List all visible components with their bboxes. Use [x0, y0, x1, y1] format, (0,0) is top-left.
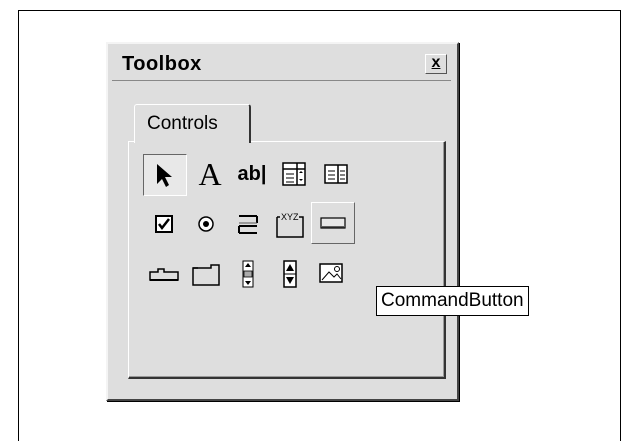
- controls-panel: A ab| XYZ: [128, 141, 446, 379]
- frame-tool[interactable]: XYZ: [269, 204, 311, 244]
- arrow-pointer-icon: [157, 164, 172, 187]
- tab-controls-label: Controls: [147, 113, 218, 134]
- frame-icon: XYZ: [276, 212, 304, 238]
- tabstrip-tool[interactable]: [143, 254, 185, 294]
- listbox-tool[interactable]: [315, 154, 357, 194]
- checkbox-tool[interactable]: [143, 204, 185, 244]
- image-tool[interactable]: [311, 254, 353, 294]
- scrollbar-icon: [242, 260, 254, 288]
- window-title: Toolbox: [122, 53, 202, 75]
- tab-controls[interactable]: Controls: [134, 104, 251, 143]
- pointer-tool[interactable]: [143, 154, 187, 196]
- checkbox-icon: [155, 215, 173, 233]
- textbox-icon: ab|: [237, 162, 267, 185]
- label-a-icon: A: [198, 156, 222, 192]
- optionbutton-tool[interactable]: [185, 204, 227, 244]
- scrollbar-tool[interactable]: [227, 254, 269, 294]
- toolbox-window: Toolbox x Controls A ab| XYZ: [106, 42, 459, 401]
- tabstrip-icon: [149, 268, 179, 281]
- combobox-tool[interactable]: [273, 154, 315, 194]
- command-button-icon: [320, 217, 346, 229]
- image-icon: [319, 263, 343, 283]
- spinbutton-tool[interactable]: [269, 254, 311, 294]
- frame-icon-label: XYZ: [281, 212, 299, 222]
- togglebutton-tool[interactable]: [227, 204, 269, 244]
- tooltip: CommandButton: [376, 286, 529, 316]
- close-button[interactable]: x: [425, 54, 447, 74]
- radio-button-icon: [198, 216, 214, 232]
- spinbutton-icon: [283, 260, 297, 288]
- textbox-tool[interactable]: ab|: [231, 154, 273, 194]
- commandbutton-tool[interactable]: [311, 202, 355, 244]
- label-tool[interactable]: A: [189, 154, 231, 194]
- toggle-button-icon: [238, 215, 258, 234]
- listbox-icon: [324, 164, 348, 184]
- multipage-tool[interactable]: [185, 254, 227, 294]
- multipage-icon: [192, 264, 220, 286]
- combobox-icon: [282, 162, 306, 186]
- title-bar[interactable]: Toolbox x: [112, 50, 451, 81]
